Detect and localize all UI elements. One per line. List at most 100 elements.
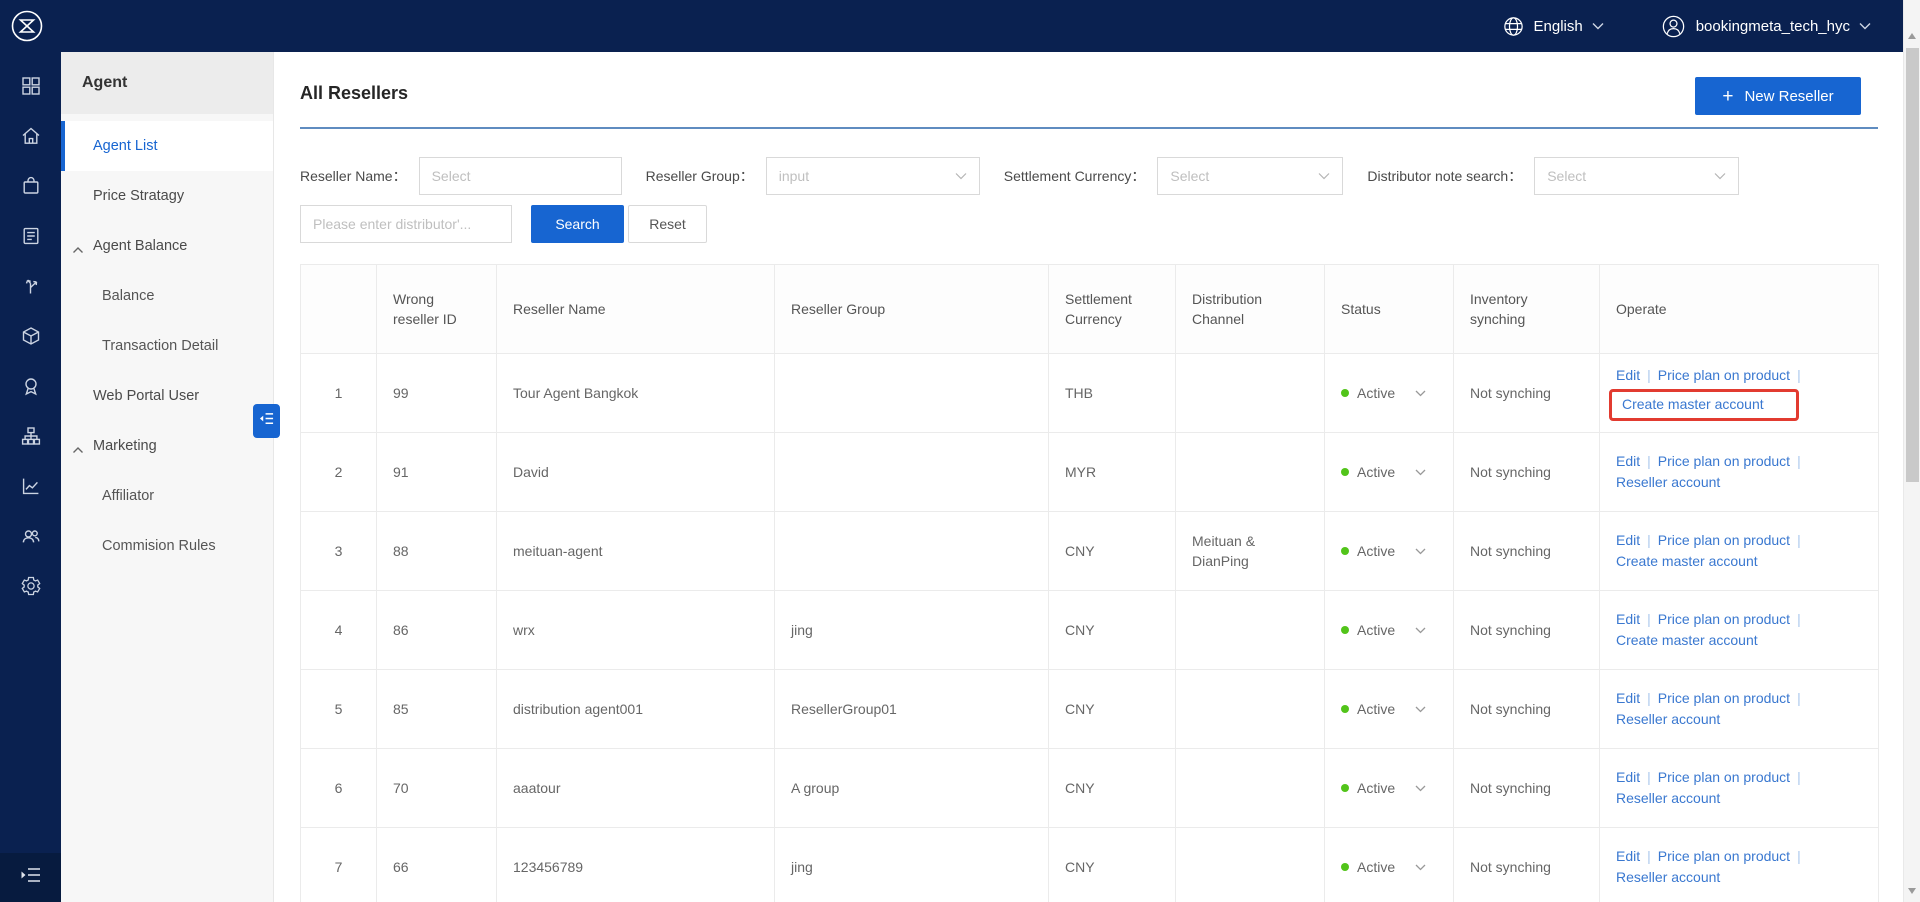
rail-item-home[interactable] [0, 113, 61, 163]
distributor-search-input[interactable] [300, 205, 512, 243]
create-master-account-link[interactable]: Create master account [1616, 553, 1758, 569]
sidebar-item-web-portal-user[interactable]: Web Portal User [61, 371, 273, 421]
price-plan-on-product-link[interactable]: Price plan on product [1658, 848, 1790, 864]
price-plan-on-product-link[interactable]: Price plan on product [1658, 690, 1790, 706]
sidebar-item-commision-rules[interactable]: Commision Rules [61, 521, 273, 571]
new-reseller-label: New Reseller [1744, 88, 1833, 105]
rail-item-package[interactable] [0, 313, 61, 363]
sidebar-collapse-button[interactable] [253, 404, 280, 438]
reseller-account-link[interactable]: Reseller account [1616, 790, 1720, 806]
status-dropdown[interactable]: Active [1341, 778, 1437, 798]
reseller-name-cell: 123456789 [497, 828, 775, 902]
chevron-down-icon [1415, 390, 1426, 397]
column-header-settlement-currency: Settlement Currency [1049, 265, 1176, 354]
rail-item-users[interactable] [0, 513, 61, 563]
sidebar-item-label: Price Stratagy [93, 188, 184, 204]
create-master-account-link[interactable]: Create master account [1616, 632, 1758, 648]
caret-up-icon [72, 442, 84, 458]
status-dropdown[interactable]: Active [1341, 620, 1437, 640]
chevron-down-icon [1415, 548, 1426, 555]
new-reseller-button[interactable]: + New Reseller [1695, 77, 1861, 115]
price-plan-on-product-link[interactable]: Price plan on product [1658, 611, 1790, 627]
edit-link[interactable]: Edit [1616, 769, 1640, 785]
distributor-note-select[interactable]: Select [1534, 157, 1739, 195]
status-dropdown[interactable]: Active [1341, 857, 1437, 877]
sidebar-item-affiliator[interactable]: Affiliator [61, 471, 273, 521]
rail-item-agent[interactable] [0, 413, 61, 463]
collapse-menu-icon [19, 865, 43, 890]
sidebar-item-agent-balance[interactable]: Agent Balance [61, 221, 273, 271]
status-dropdown[interactable]: Active [1341, 699, 1437, 719]
link-separator: | [1640, 453, 1658, 469]
reseller-account-link[interactable]: Reseller account [1616, 869, 1720, 885]
active-status-dot-icon [1341, 389, 1349, 397]
filter-row-2: Search Reset [300, 205, 707, 243]
price-plan-on-product-link[interactable]: Price plan on product [1658, 367, 1790, 383]
column-header-reseller-name: Reseller Name [497, 265, 775, 354]
caret-up-icon [72, 242, 84, 258]
rail-item-dashboard[interactable] [0, 63, 61, 113]
reseller-group-cell: jing [775, 591, 1049, 670]
search-button[interactable]: Search [531, 205, 624, 243]
sidebar-item-transaction-detail[interactable]: Transaction Detail [61, 321, 273, 371]
topbar-right: English bookingmeta_tech_hyc [1502, 13, 1903, 40]
price-plan-on-product-link[interactable]: Price plan on product [1658, 453, 1790, 469]
wrong-reseller-id-cell: 66 [377, 828, 497, 902]
edit-link[interactable]: Edit [1616, 848, 1640, 864]
status-dropdown[interactable]: Active [1341, 383, 1437, 403]
edit-link[interactable]: Edit [1616, 690, 1640, 706]
operate-cell: Edit|Price plan on product|Create master… [1600, 354, 1879, 433]
status-dropdown[interactable]: Active [1341, 541, 1437, 561]
edit-link[interactable]: Edit [1616, 532, 1640, 548]
row-index-cell: 3 [301, 512, 377, 591]
chevron-down-icon [1859, 22, 1871, 30]
sidebar-item-label: Web Portal User [93, 388, 199, 404]
status-cell: Active [1325, 749, 1454, 828]
operate-cell: Edit|Price plan on product|Create master… [1600, 591, 1879, 670]
price-plan-on-product-link[interactable]: Price plan on product [1658, 532, 1790, 548]
sidebar-item-agent-list[interactable]: Agent List [61, 121, 273, 171]
rail-item-settings[interactable] [0, 563, 61, 613]
scroll-up-arrow-icon[interactable] [1908, 33, 1916, 39]
sidebar-item-balance[interactable]: Balance [61, 271, 273, 321]
inventory-synching-cell: Not synching [1454, 749, 1600, 828]
reset-button[interactable]: Reset [628, 205, 707, 243]
reseller-group-select[interactable]: input [766, 157, 980, 195]
scrollbar-thumb[interactable] [1906, 48, 1919, 482]
settlement-currency-select[interactable]: Select [1157, 157, 1343, 195]
users-icon [20, 525, 42, 552]
language-selector[interactable]: English [1502, 15, 1604, 38]
scroll-down-arrow-icon[interactable] [1908, 888, 1916, 894]
dashboard-grid-icon [20, 75, 42, 102]
column-header-inventory-synching: Inventory synching [1454, 265, 1600, 354]
reseller-name-cell: distribution agent001 [497, 670, 775, 749]
rail-item-medal[interactable] [0, 363, 61, 413]
row-index-cell: 1 [301, 354, 377, 433]
status-cell: Active [1325, 354, 1454, 433]
rail-item-shop[interactable] [0, 163, 61, 213]
rail-item-route[interactable] [0, 263, 61, 313]
sidebar-item-label: Agent List [93, 138, 158, 154]
reseller-name-cell: wrx [497, 591, 775, 670]
edit-link[interactable]: Edit [1616, 453, 1640, 469]
page-title: All Resellers [300, 83, 408, 104]
user-menu[interactable]: bookingmeta_tech_hyc [1660, 13, 1871, 40]
reseller-account-link[interactable]: Reseller account [1616, 474, 1720, 490]
settlement-currency-label: Settlement Currency： [1004, 166, 1146, 186]
rail-collapse-button[interactable] [0, 853, 61, 902]
rail-item-reports[interactable] [0, 463, 61, 513]
column-header-distribution-channel: Distribution Channel [1176, 265, 1325, 354]
sidebar-item-marketing[interactable]: Marketing [61, 421, 273, 471]
reseller-name-input[interactable] [419, 157, 622, 195]
sidebar-item-label: Transaction Detail [102, 338, 218, 354]
reseller-account-link[interactable]: Reseller account [1616, 711, 1720, 727]
vertical-scrollbar[interactable] [1903, 0, 1920, 902]
price-plan-on-product-link[interactable]: Price plan on product [1658, 769, 1790, 785]
status-dropdown[interactable]: Active [1341, 462, 1437, 482]
edit-link[interactable]: Edit [1616, 611, 1640, 627]
rail-item-orders[interactable] [0, 213, 61, 263]
sidebar-item-price-stratagy[interactable]: Price Stratagy [61, 171, 273, 221]
create-master-account-link[interactable]: Create master account [1622, 396, 1764, 412]
reseller-group-label: Reseller Group： [646, 166, 754, 186]
edit-link[interactable]: Edit [1616, 367, 1640, 383]
